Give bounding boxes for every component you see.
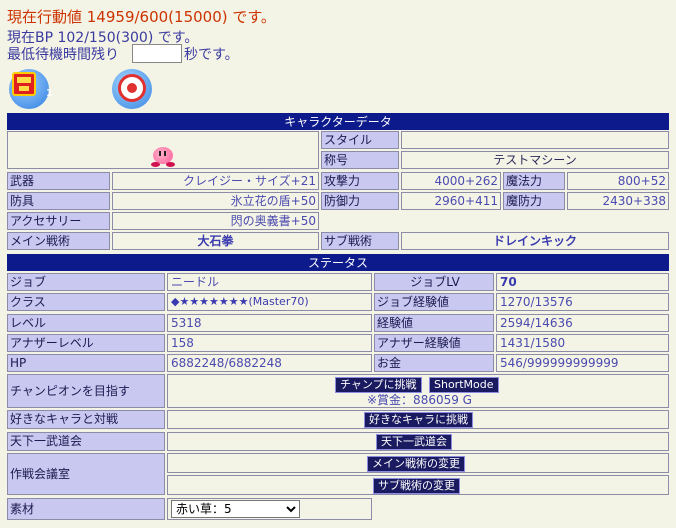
defense-value: 2960+411 xyxy=(401,192,501,210)
attack-label: 攻撃力 xyxy=(321,172,399,190)
armor-label: 防具 xyxy=(7,192,110,210)
magic-defense-value: 2430+338 xyxy=(567,192,669,210)
defense-label: 防御力 xyxy=(321,192,399,210)
accessory-label: アクセサリー xyxy=(7,212,110,230)
gold-label: お金 xyxy=(374,354,494,372)
another-level-value: 158 xyxy=(167,334,372,352)
class-label: クラス xyxy=(7,293,165,311)
magic-value: 800+52 xyxy=(567,172,669,190)
job-exp-value: 1270/13576 xyxy=(496,293,669,311)
main-tech-label: メイン戦術 xyxy=(7,232,110,250)
chest-badge: 1 xyxy=(46,88,53,99)
wait-time-input[interactable] xyxy=(132,44,182,63)
another-exp-label: アナザー経験値 xyxy=(374,334,494,352)
character-data-header: キャラクターデータ xyxy=(7,113,669,130)
wait-time-suffix: 秒です。 xyxy=(184,47,239,63)
hp-value: 6882248/6882248 xyxy=(167,354,372,372)
another-exp-value: 1431/1580 xyxy=(496,334,669,352)
heart-icon xyxy=(118,74,146,102)
accessory-value: 閃の奥義書+50 xyxy=(112,212,319,230)
style-label: スタイル xyxy=(321,131,399,149)
level-value: 5318 xyxy=(167,314,372,332)
action-value-text: 現在行動値 14959/600(15000) です。 xyxy=(7,8,276,26)
council-label: 作戦会議室 xyxy=(7,453,165,495)
attack-value: 4000+262 xyxy=(401,172,501,190)
title-value: テストマシーン xyxy=(401,151,669,169)
prize-text: ※賞金：886059 G xyxy=(367,393,472,407)
job-exp-label: ジョブ経験値 xyxy=(374,293,494,311)
exp-label: 経験値 xyxy=(374,314,494,332)
armor-value: 氷立花の盾+50 xyxy=(112,192,319,210)
magic-label: 魔法力 xyxy=(503,172,565,190)
character-avatar-eyes xyxy=(157,151,169,156)
style-value xyxy=(401,131,669,149)
champion-label: チャンピオンを目指す xyxy=(7,374,165,408)
weapon-value: クレイジー・サイズ+21 xyxy=(112,172,319,190)
magic-defense-label: 魔防力 xyxy=(503,192,565,210)
sub-tech-change-button[interactable]: サブ戦術の変更 xyxy=(373,478,460,494)
another-level-label: アナザーレベル xyxy=(7,334,165,352)
treasure-chest-icon xyxy=(12,72,36,96)
exp-value: 2594/14636 xyxy=(496,314,669,332)
job-value: ニードル xyxy=(167,273,372,291)
job-level-value: 70 xyxy=(496,273,669,291)
class-value: ◆★★★★★★★(Master70) xyxy=(167,293,372,311)
title-label: 称号 xyxy=(321,151,399,169)
material-label: 素材 xyxy=(7,498,165,520)
tenka-button[interactable]: 天下一武道会 xyxy=(376,434,452,450)
main-tech-change-button[interactable]: メイン戦術の変更 xyxy=(367,456,465,472)
sub-tech-value: ドレインキック xyxy=(401,232,669,250)
gold-value: 546/999999999999 xyxy=(496,354,669,372)
weapon-label: 武器 xyxy=(7,172,110,190)
level-label: レベル xyxy=(7,314,165,332)
tenka-label: 天下一武道会 xyxy=(7,432,165,451)
material-select[interactable]: 赤い草：5 xyxy=(171,500,300,518)
main-tech-value: 大石拳 xyxy=(112,232,319,250)
job-level-label: ジョブLV xyxy=(374,273,494,291)
wait-time-label: 最低待機時間残り xyxy=(7,47,119,63)
job-label: ジョブ xyxy=(7,273,165,291)
status-header: ステータス xyxy=(7,254,669,271)
favorite-battle-label: 好きなキャラと対戦 xyxy=(7,410,165,429)
favorite-challenge-button[interactable]: 好きなキャラに挑戦 xyxy=(364,412,473,428)
hp-label: HP xyxy=(7,354,165,372)
sub-tech-label: サブ戦術 xyxy=(321,232,399,250)
